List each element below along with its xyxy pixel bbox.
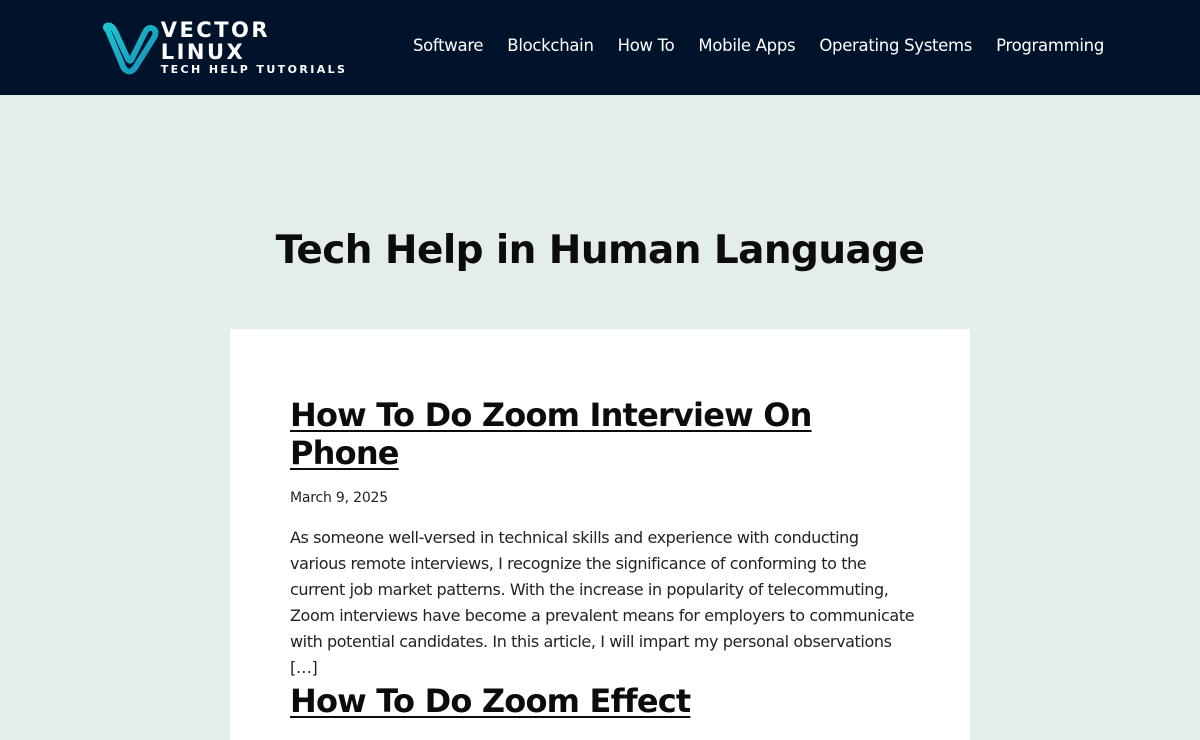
nav-item-mobile-apps[interactable]: Mobile Apps — [698, 36, 795, 55]
main-nav: Software Blockchain How To Mobile Apps O… — [413, 36, 1104, 55]
logo-subtitle: TECH HELP TUTORIALS — [160, 63, 348, 76]
page-title: Tech Help in Human Language — [275, 228, 925, 273]
nav-item-software[interactable]: Software — [413, 36, 484, 55]
post-title-link[interactable]: How To Do Zoom Interview On Phone — [290, 396, 915, 472]
site-logo[interactable]: VECTOR LINUX TECH HELP TUTORIALS — [100, 19, 360, 77]
posts-container: How To Do Zoom Interview On Phone March … — [230, 329, 970, 740]
nav-item-how-to[interactable]: How To — [618, 36, 675, 55]
post-excerpt: As someone well-versed in technical skil… — [290, 528, 915, 677]
post-title-link[interactable]: How To Do Zoom Effect — [290, 682, 691, 720]
logo-title: VECTOR LINUX — [160, 18, 271, 64]
post-item: How To Do Zoom Effect — [290, 682, 915, 720]
nav-item-blockchain[interactable]: Blockchain — [507, 36, 594, 55]
logo-text: VECTOR LINUX TECH HELP TUTORIALS — [161, 19, 360, 77]
post-date: March 9, 2025 — [290, 490, 388, 506]
v-logo-icon — [102, 22, 159, 75]
post-item: How To Do Zoom Interview On Phone March … — [290, 396, 915, 681]
nav-item-programming[interactable]: Programming — [996, 36, 1104, 55]
nav-item-operating-systems[interactable]: Operating Systems — [819, 36, 972, 55]
site-header: VECTOR LINUX TECH HELP TUTORIALS Softwar… — [0, 0, 1200, 95]
